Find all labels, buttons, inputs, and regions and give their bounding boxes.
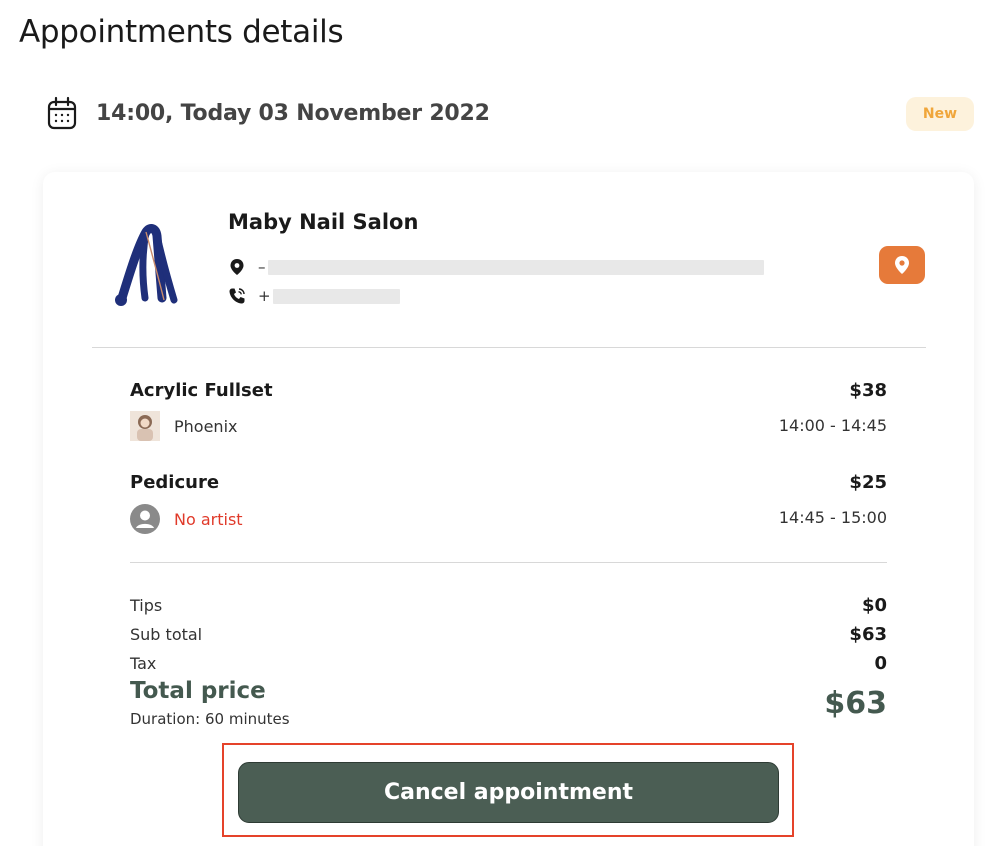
salon-phone: + <box>228 287 400 305</box>
total-price-label: Total price <box>130 678 266 704</box>
phone-icon <box>229 288 245 304</box>
appointment-datetime: 14:00, Today 03 November 2022 <box>96 100 490 126</box>
page-title: Appointments details <box>19 14 344 50</box>
subtotal-label: Sub total <box>130 625 203 644</box>
tax-value: 0 <box>874 653 887 674</box>
salon-name: Maby Nail Salon <box>228 210 419 234</box>
service-time: 14:00 - 14:45 <box>778 416 887 435</box>
tips-value: $0 <box>861 595 887 616</box>
address-prefix: – <box>258 258 266 276</box>
salon-logo <box>115 224 178 306</box>
artist-avatar <box>130 411 160 441</box>
service-price: $25 <box>849 472 887 493</box>
cancel-appointment-button[interactable]: Cancel appointment <box>238 762 779 823</box>
duration-text: Duration: 60 minutes <box>130 710 290 728</box>
phone-prefix: + <box>258 287 271 305</box>
card-divider-top <box>92 347 926 348</box>
artist-name: No artist <box>174 509 243 529</box>
map-pin-button[interactable] <box>879 246 925 284</box>
phone-redacted <box>272 288 400 304</box>
service-time: 14:45 - 15:00 <box>778 508 887 527</box>
location-pin-icon <box>230 259 244 275</box>
calendar-icon <box>47 96 77 130</box>
service-name: Acrylic Fullset <box>130 380 273 401</box>
service-price: $38 <box>849 380 887 401</box>
card-divider-middle <box>130 562 887 563</box>
status-badge: New <box>906 97 974 131</box>
service-name: Pedicure <box>130 472 220 493</box>
address-redacted <box>267 259 764 275</box>
service-artist: Phoenix <box>130 411 237 441</box>
artist-name: Phoenix <box>174 416 238 436</box>
user-avatar-icon <box>130 504 160 534</box>
tips-label: Tips <box>130 596 163 615</box>
tax-label: Tax <box>130 654 157 673</box>
salon-address: – <box>228 258 764 276</box>
subtotal-value: $63 <box>849 624 887 645</box>
service-artist: No artist <box>130 504 243 534</box>
map-pin-icon <box>895 256 909 274</box>
appointment-datetime-row: 14:00, Today 03 November 2022 <box>47 96 490 130</box>
total-price-value: $63 <box>824 686 887 721</box>
